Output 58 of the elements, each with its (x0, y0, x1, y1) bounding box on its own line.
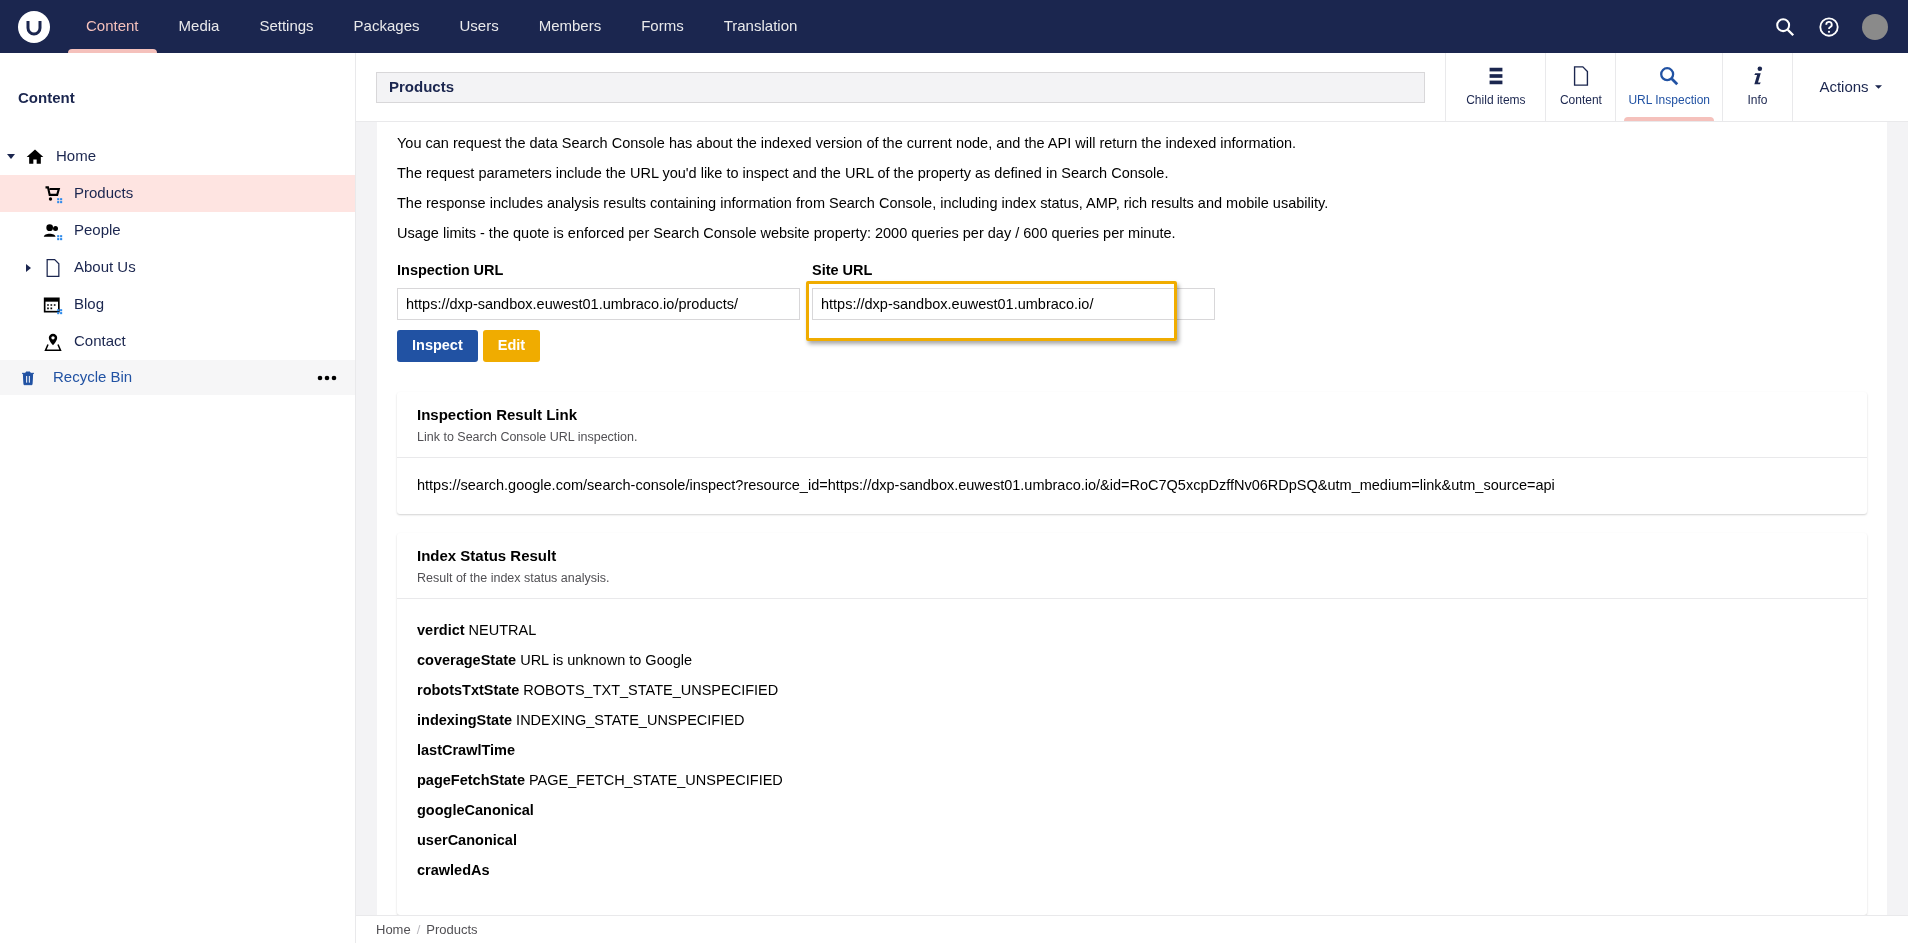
paragraph: You can request the data Search Console has about the indexed version of the current node, and the API will return the indexed information. (397, 134, 1298, 153)
url-input[interactable]: https://dxp-sandbox.euwest01.umbraco.io/products/ (397, 287, 800, 320)
avatar[interactable] (1862, 13, 1888, 40)
nav-tab[interactable]: Translation (703, 0, 818, 53)
property-line: robotsTxtState ROBOTS_TXT_STATE_UNSPECIFIED (417, 681, 780, 700)
card-description: Link to Search Console URL inspection. (417, 429, 639, 447)
recycle-bin-item[interactable]: Recycle Bin (0, 360, 355, 395)
card-title: Index Status Result (417, 545, 558, 566)
sidebar-title: Content (17, 87, 76, 108)
property-line: coverageState URL is unknown to Google (417, 651, 694, 670)
app-tab[interactable]: Child items (1445, 53, 1546, 121)
card-description: Result of the index status analysis. (417, 570, 611, 588)
tree-item[interactable]: Contact (0, 323, 355, 360)
trash-icon (20, 368, 36, 387)
paragraph: Usage limits - the quote is enforced per Search Console website property: 2000 queries per day / 600 queries per minute. (397, 224, 1177, 243)
breadcrumb-separator: / (416, 920, 421, 939)
node-name-field[interactable]: Products (376, 72, 1426, 103)
breadcrumb-link[interactable]: Products (426, 919, 478, 940)
url-input[interactable]: https://dxp-sandbox.euwest01.umbraco.io/ (812, 287, 1215, 320)
inspect-button[interactable]: Inspect (397, 329, 478, 362)
property-line: crawledAs (417, 861, 491, 880)
property-line: userCanonical (417, 831, 518, 850)
field-label: Inspection URL (397, 261, 505, 280)
app-tab[interactable]: URL Inspection (1615, 53, 1722, 121)
property-line: indexingState INDEXING_STATE_UNSPECIFIED (417, 711, 746, 730)
tree-item[interactable]: Products (0, 175, 355, 212)
nav-tab[interactable]: Packages (333, 0, 440, 53)
breadcrumb-link[interactable]: Home (376, 919, 411, 940)
result-link[interactable]: https://search.google.com/search-console/inspect?resource_id=https://dxp-sandbox.euwest01.umbraco.io/&id=RoC7Q5xcpDzffNv06RDpSQ&utm_medium=link&utm_source=api (417, 475, 1847, 497)
search-icon (1658, 65, 1681, 87)
nav-tab[interactable]: Users (439, 0, 519, 53)
cart-icon (43, 183, 63, 204)
card-title: Inspection Result Link (417, 404, 579, 425)
tree-item[interactable]: Blog (0, 286, 355, 323)
caret-icon (1874, 85, 1882, 89)
paragraph: The response includes analysis results containing information from Search Console, including index status, AMP, rich results and mobile usability. (397, 194, 1330, 213)
help-icon (1818, 15, 1840, 38)
nav-tab[interactable]: Members (518, 0, 622, 53)
nav-tab[interactable]: Forms (621, 0, 704, 53)
map-pin-icon (43, 331, 63, 352)
nav-tab[interactable]: Settings (239, 0, 334, 53)
logo-icon (18, 10, 50, 43)
actions-button[interactable]: Actions (1792, 53, 1908, 121)
nav-tab[interactable]: Media (158, 0, 240, 53)
property-line: lastCrawlTime (417, 741, 517, 760)
tree-item[interactable]: About Us (0, 249, 355, 286)
search-icon (1774, 15, 1796, 38)
app-tab[interactable]: Info (1722, 53, 1792, 121)
paragraph: The request parameters include the URL you'd like to inspect and the URL of the property as defined in Search Console. (397, 164, 1170, 183)
field-label: Site URL (812, 261, 874, 280)
nav-tab[interactable]: Content (66, 0, 159, 53)
property-line: verdict NEUTRAL (417, 621, 538, 640)
tree-item[interactable]: People (0, 212, 355, 249)
tree-item[interactable]: Home (0, 138, 355, 175)
more-icon (317, 373, 337, 382)
app-tab[interactable]: Content (1545, 53, 1616, 121)
property-line: pageFetchState PAGE_FETCH_STATE_UNSPECIFIED (417, 771, 784, 790)
property-line: googleCanonical (417, 801, 535, 820)
